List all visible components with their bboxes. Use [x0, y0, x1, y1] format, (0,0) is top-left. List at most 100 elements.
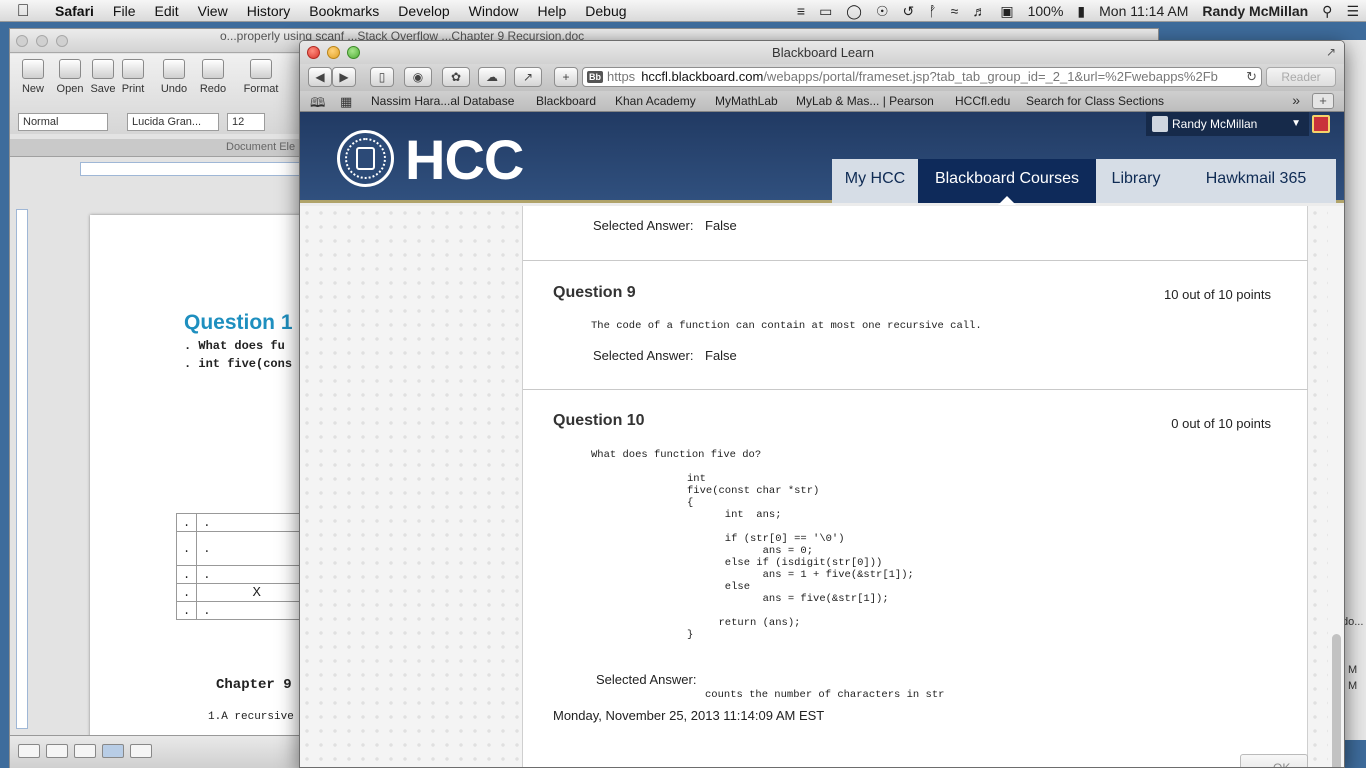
menu-app-name[interactable]: Safari: [46, 3, 104, 19]
reader-button[interactable]: Reader: [1266, 67, 1336, 87]
site-favicon-icon: Bb: [587, 71, 603, 83]
menu-file[interactable]: File: [104, 3, 146, 19]
word-minimize-button[interactable]: [36, 35, 48, 47]
address-bar[interactable]: Bb https hccfl.blackboard.com/webapps/port…: [582, 67, 1262, 87]
safari-titlebar: Blackboard Learn ↗: [300, 41, 1344, 64]
print-layout-button[interactable]: [102, 744, 124, 758]
forward-button[interactable]: ▶: [332, 67, 356, 87]
notebook-view-button[interactable]: [130, 744, 152, 758]
word-zoom-button[interactable]: [56, 35, 68, 47]
bookmark-item[interactable]: HCCfl.edu: [955, 94, 1010, 108]
add-bookmark-button[interactable]: +: [554, 67, 578, 87]
dropbox-icon[interactable]: ≡: [790, 3, 812, 19]
undo-button[interactable]: Undo: [155, 59, 193, 95]
menu-develop[interactable]: Develop: [389, 3, 459, 19]
url-path: /webapps/portal/frameset.jsp?tab_tab_gro…: [763, 69, 1218, 84]
accessibility-icon[interactable]: ☉: [869, 3, 896, 20]
doc-table: .. .. .. .X ..: [175, 513, 318, 620]
redo-button[interactable]: Redo: [194, 59, 232, 95]
horizontal-ruler[interactable]: [80, 162, 310, 176]
wifi-icon[interactable]: ≈: [944, 3, 966, 19]
document-page[interactable]: Question 1 . What does fu . int five(con…: [90, 215, 330, 768]
tab-blackboard-courses[interactable]: Blackboard Courses: [918, 159, 1096, 205]
bookmark-item[interactable]: Nassim Hara...al Database: [371, 94, 514, 108]
notification-center-icon[interactable]: ☰: [1339, 3, 1366, 20]
active-tab-indicator: [998, 196, 1016, 205]
menu-help[interactable]: Help: [528, 3, 576, 19]
menu-debug[interactable]: Debug: [576, 3, 636, 19]
divider: [523, 389, 1309, 390]
menu-view[interactable]: View: [189, 3, 238, 19]
evernote-icon[interactable]: ✿: [442, 67, 470, 87]
font-select[interactable]: Lucida Gran...: [127, 113, 219, 131]
font-size-select[interactable]: 12: [227, 113, 265, 131]
question-9-selected-value: False: [705, 348, 737, 363]
notifications-icon[interactable]: [1312, 115, 1330, 133]
prev-selected-label: Selected Answer:: [593, 218, 694, 233]
more-bookmarks-icon[interactable]: »: [1292, 92, 1300, 108]
menubar-clock[interactable]: Mon 11:14 AM: [1092, 3, 1195, 19]
tab-library[interactable]: Library: [1096, 159, 1176, 203]
vertical-scrollbar[interactable]: [1328, 206, 1344, 767]
menu-bookmarks[interactable]: Bookmarks: [300, 3, 389, 19]
ok-button[interactable]: ← OK: [1240, 754, 1308, 767]
safari-window: Blackboard Learn ↗ ◀ ▶ ▯ ◉ ✿ ☁ ↗ + Bb htt…: [299, 40, 1345, 768]
reload-icon[interactable]: ↻: [1246, 68, 1257, 86]
tab-hawkmail[interactable]: Hawkmail 365: [1176, 159, 1336, 203]
scrollbar-thumb[interactable]: [1332, 634, 1341, 767]
outline-view-button[interactable]: [46, 744, 68, 758]
divider: [523, 260, 1309, 261]
share-icon[interactable]: ↗: [514, 67, 542, 87]
time-machine-icon[interactable]: ↺: [896, 3, 922, 20]
question-10-selected-label: Selected Answer:: [596, 672, 697, 687]
question-10-selected-value: counts the number of characters in str: [705, 689, 945, 701]
input-menu-icon[interactable]: ▣: [993, 3, 1020, 20]
cloud-icon[interactable]: ☁: [478, 67, 506, 87]
messages-icon[interactable]: ◯: [839, 3, 869, 20]
show-all-tabs-icon[interactable]: ▯: [370, 67, 394, 87]
question-9-title: Question 9: [553, 284, 636, 301]
new-button[interactable]: New: [14, 59, 52, 95]
airplay-icon[interactable]: ▭: [812, 3, 839, 20]
publishing-view-button[interactable]: [74, 744, 96, 758]
battery-icon[interactable]: ▮: [1070, 3, 1092, 20]
battery-percent[interactable]: 100%: [1021, 3, 1071, 19]
word-close-button[interactable]: [16, 35, 28, 47]
volume-icon[interactable]: ♬: [965, 3, 993, 19]
user-menu[interactable]: Randy McMillan ▼: [1146, 112, 1309, 136]
extension-icon[interactable]: ◉: [404, 67, 432, 87]
bookmark-item[interactable]: MyMathLab: [715, 94, 778, 108]
menubar-user[interactable]: Randy McMillan: [1195, 3, 1315, 19]
print-button[interactable]: Print: [114, 59, 152, 95]
new-doc-icon: [22, 59, 44, 79]
tab-my-hcc[interactable]: My HCC: [832, 159, 918, 203]
undo-arrow-icon: [163, 59, 185, 79]
left-pattern-pane: [300, 206, 522, 767]
apple-menu-icon[interactable]: : [0, 1, 46, 21]
new-tab-button[interactable]: +: [1312, 93, 1334, 109]
user-name: Randy McMillan: [1172, 117, 1258, 131]
bookmark-item[interactable]: Search for Class Sections: [1026, 94, 1164, 108]
draft-view-button[interactable]: [18, 744, 40, 758]
hcc-header: HCC Randy McMillan ▼ My HCC Blackboard C…: [300, 112, 1344, 205]
question-9-points: 10 out of 10 points: [1164, 287, 1271, 302]
format-button[interactable]: Format: [242, 59, 280, 95]
style-select[interactable]: Normal: [18, 113, 108, 131]
test-results-panel[interactable]: Selected Answer: False Question 9 10 out…: [522, 206, 1309, 767]
fullscreen-icon[interactable]: ↗: [1326, 45, 1336, 59]
top-sites-icon[interactable]: ▦: [340, 94, 352, 110]
hcc-seal-logo[interactable]: [337, 130, 394, 187]
menu-window[interactable]: Window: [460, 3, 529, 19]
menu-edit[interactable]: Edit: [145, 3, 188, 19]
back-button[interactable]: ◀: [308, 67, 332, 87]
bookmark-item[interactable]: Blackboard: [536, 94, 596, 108]
bluetooth-icon[interactable]: ᚡ: [921, 3, 943, 19]
doc-line-1: . What does fu: [184, 339, 285, 353]
bookmark-item[interactable]: MyLab & Mas... | Pearson: [796, 94, 934, 108]
bookmark-item[interactable]: Khan Academy: [615, 94, 696, 108]
menu-history[interactable]: History: [238, 3, 301, 19]
spotlight-icon[interactable]: ⚲: [1315, 3, 1339, 20]
hcc-logo-text[interactable]: HCC: [405, 130, 524, 190]
vertical-ruler[interactable]: [16, 209, 28, 729]
redo-arrow-icon: [202, 59, 224, 79]
